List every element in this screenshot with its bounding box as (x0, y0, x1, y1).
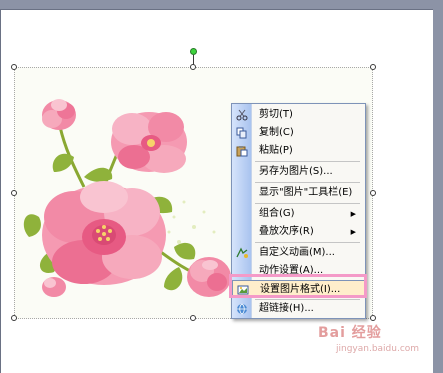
menu-separator (255, 161, 360, 162)
menu-item-label: 叠放次序(R) (259, 226, 314, 237)
copy-icon (235, 127, 248, 139)
menu-item-show-picture-toolbar[interactable]: 显示"图片"工具栏(E) (232, 184, 365, 202)
paste-icon (235, 145, 248, 157)
menu-item-copy[interactable]: 复制(C) (232, 124, 365, 142)
menu-item-action-settings[interactable]: 动作设置(A)... (232, 262, 365, 280)
menu-item-label: 显示"图片"工具栏(E) (259, 187, 353, 198)
resize-handle-bottom[interactable] (190, 315, 196, 321)
menu-item-hyperlink[interactable]: 超链接(H)... (232, 300, 365, 318)
menu-item-custom-animation[interactable]: 自定义动画(M)... (232, 244, 365, 262)
menu-item-label: 设置图片格式(I)... (260, 284, 341, 295)
menu-item-label: 超链接(H)... (259, 303, 314, 314)
submenu-arrow-icon: ▶ (350, 210, 356, 218)
menu-separator (255, 242, 360, 243)
resize-handle-bottom-left[interactable] (11, 315, 17, 321)
format-picture-icon (236, 284, 249, 296)
context-menu: 剪切(T) 复制(C) 粘贴(P) 另存为图片(S)... 显示"图片"工具栏(… (231, 103, 366, 319)
resize-handle-left[interactable] (11, 190, 17, 196)
menu-item-group[interactable]: 组合(G) ▶ (232, 205, 365, 223)
menu-item-label: 复制(C) (259, 127, 294, 138)
menu-item-label: 自定义动画(M)... (259, 247, 335, 258)
resize-handle-top[interactable] (190, 64, 196, 70)
resize-handle-bottom-right[interactable] (370, 315, 376, 321)
submenu-arrow-icon: ▶ (350, 228, 356, 236)
resize-handle-top-right[interactable] (370, 64, 376, 70)
menu-item-label: 剪切(T) (259, 109, 293, 120)
resize-handle-right[interactable] (370, 190, 376, 196)
menu-item-label: 组合(G) (259, 208, 295, 219)
scissors-icon (235, 109, 248, 121)
menu-item-paste[interactable]: 粘贴(P) (232, 142, 365, 160)
menu-item-order[interactable]: 叠放次序(R) ▶ (232, 223, 365, 241)
menu-item-label: 另存为图片(S)... (259, 166, 333, 177)
menu-separator (255, 203, 360, 204)
menu-item-save-as-picture[interactable]: 另存为图片(S)... (232, 163, 365, 181)
menu-separator (255, 182, 360, 183)
menu-item-label: 粘贴(P) (259, 145, 293, 156)
hyperlink-icon (235, 303, 248, 315)
animation-icon (235, 247, 248, 259)
menu-item-label: 动作设置(A)... (259, 265, 324, 276)
rotation-handle[interactable] (190, 48, 197, 55)
menu-item-cut[interactable]: 剪切(T) (232, 106, 365, 124)
resize-handle-top-left[interactable] (11, 64, 17, 70)
menu-item-format-picture[interactable]: 设置图片格式(I)... (232, 280, 365, 298)
